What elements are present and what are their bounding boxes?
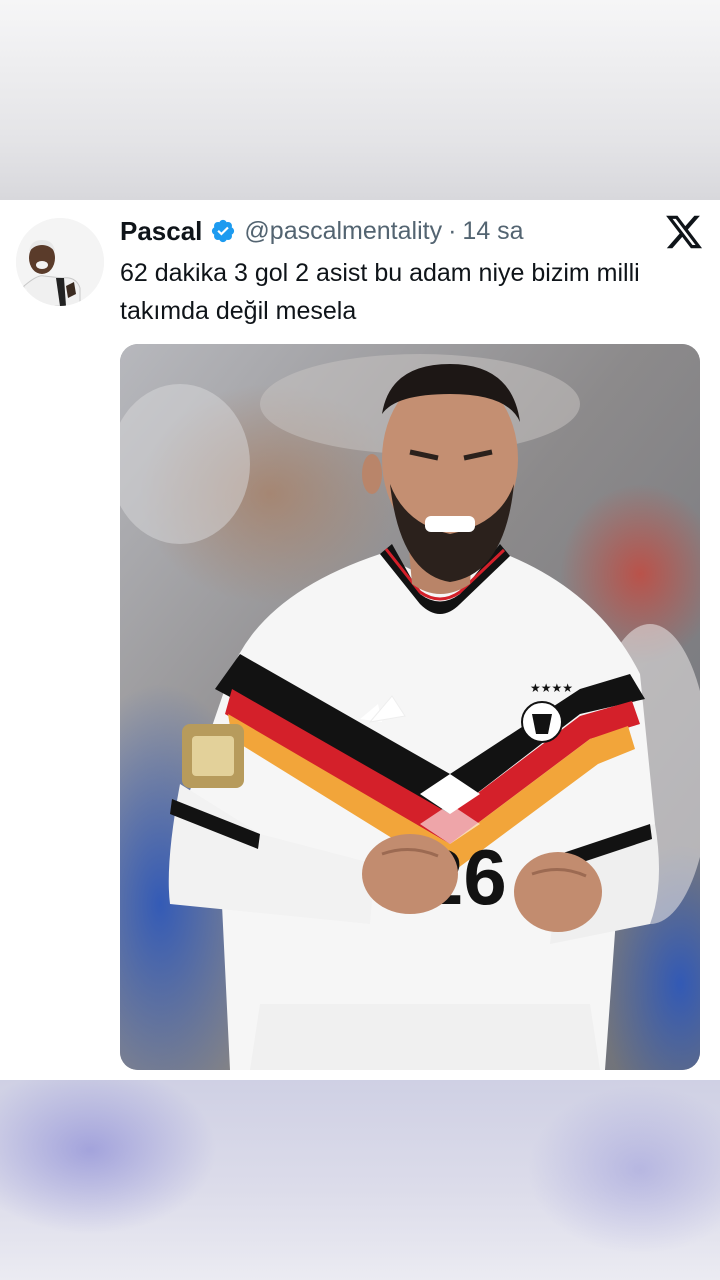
time-separator: · [448, 216, 457, 245]
player-photo: ★★★★ 26 [120, 344, 700, 1070]
svg-text:★★★★: ★★★★ [530, 681, 573, 695]
verified-badge-icon [212, 219, 235, 243]
tweet-header: Pascal @pascalmentality · 14 sa [120, 214, 524, 248]
author-name[interactable]: Pascal [120, 216, 202, 247]
tweet-text: 62 dakika 3 gol 2 asist bu adam niye biz… [120, 259, 640, 325]
x-logo-icon[interactable] [664, 212, 704, 252]
author-handle[interactable]: @pascalmentality [244, 217, 442, 246]
tweet-card: Pascal @pascalmentality · 14 sa 62 dakik… [0, 200, 720, 1080]
author-avatar[interactable] [16, 218, 104, 306]
blurred-background-bottom [0, 1080, 720, 1280]
blurred-background-top [0, 0, 720, 200]
tweet-media[interactable]: ★★★★ 26 [120, 344, 700, 1070]
avatar-image [16, 218, 104, 306]
post-timestamp[interactable]: 14 sa [462, 217, 523, 246]
